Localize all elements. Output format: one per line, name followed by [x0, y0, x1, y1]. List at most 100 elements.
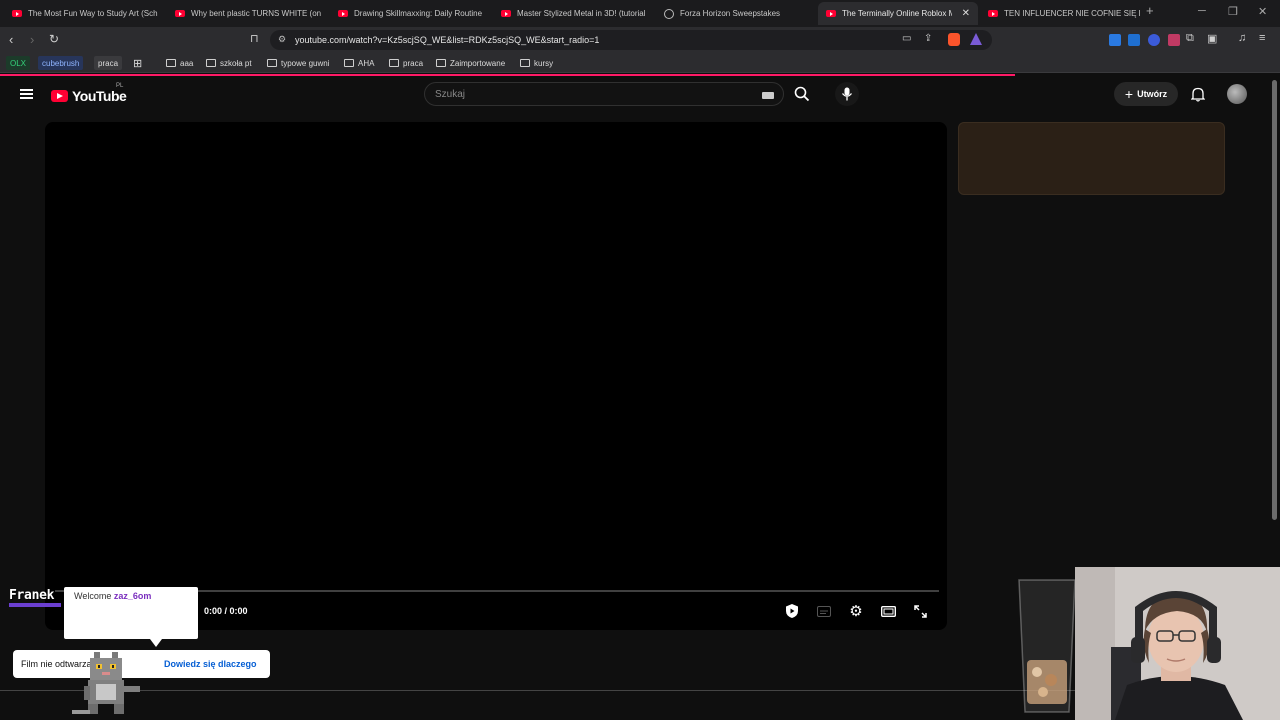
close-window-icon[interactable]: ✕ [1258, 5, 1267, 18]
search-input[interactable]: Szukaj [435, 89, 465, 100]
bookmark-folder[interactable]: kursy [520, 56, 553, 70]
close-tab-icon[interactable]: ✕ [962, 8, 970, 19]
gear-icon: ⚙ [849, 603, 863, 620]
rewards-icon[interactable] [970, 33, 982, 45]
bookmark-folder[interactable]: Zaimportowane [436, 56, 505, 70]
youtube-icon [12, 10, 22, 17]
subtitles-button[interactable] [815, 602, 833, 620]
folder-icon [267, 59, 277, 67]
theater-icon [880, 605, 896, 617]
site-settings-icon[interactable]: ⚙ [278, 34, 286, 45]
bookmark-folder[interactable]: praca [389, 56, 423, 70]
tab-title: Forza Horizon Sweepstakes [680, 9, 781, 18]
tab-4[interactable]: Forza Horizon Sweepstakes [656, 2, 816, 25]
create-button[interactable]: + Utwórz [1114, 82, 1178, 106]
wallet-icon[interactable]: ♫ [1238, 32, 1246, 44]
time-display: 0:00 / 0:00 [204, 606, 248, 616]
browser-toolbar: ‹ › ↻ ⊓ ⚙ youtube.com/watch?v=Kz5scjSQ_W… [0, 27, 1280, 53]
voice-search-button[interactable] [835, 82, 859, 106]
tab-0[interactable]: The Most Fun Way to Study Art (Sch [4, 2, 164, 25]
speech-bubble-tail [150, 639, 162, 647]
folder-icon [206, 59, 216, 67]
tab-2[interactable]: Drawing Skillmaxxing: Daily Routine [330, 2, 490, 25]
bookmark-folder[interactable]: aaa [166, 56, 193, 70]
search-button[interactable] [790, 82, 814, 106]
folder-icon [520, 59, 530, 67]
keyboard-icon[interactable] [762, 92, 774, 99]
tab-strip: The Most Fun Way to Study Art (Sch Why b… [0, 0, 1280, 27]
scrollbar-thumb[interactable] [1272, 80, 1277, 520]
avatar[interactable] [1227, 84, 1247, 104]
video-player[interactable]: 0:00 / 0:00 ⚙ [45, 122, 947, 630]
streamer-name-label: Franek [9, 588, 55, 603]
sidebar-icon[interactable]: ▣ [1207, 32, 1217, 45]
apps-grid-icon[interactable]: ⊞ [133, 56, 142, 70]
youtube-icon [988, 10, 998, 17]
youtube-icon [175, 10, 185, 17]
menu-icon[interactable]: ≡ [1259, 32, 1265, 44]
folder-icon [344, 59, 354, 67]
webcam-person-image [1075, 567, 1280, 720]
bookmark-chip[interactable]: cubebrush [38, 56, 84, 70]
folder-icon [436, 59, 446, 67]
restore-icon[interactable]: ❐ [1228, 5, 1238, 18]
folder-icon [166, 59, 176, 67]
reload-icon[interactable]: ↻ [49, 32, 59, 46]
country-code: PL [116, 83, 124, 89]
sidebar-ad-placeholder [958, 122, 1225, 195]
bookmark-chip[interactable]: praca [94, 56, 123, 70]
tab-title: Drawing Skillmaxxing: Daily Routine [354, 9, 483, 18]
bookmark-chip[interactable]: OLX [6, 56, 31, 70]
tab-5-active[interactable]: The Terminally Online Roblox M ✕ [818, 2, 978, 25]
logo-text: YouTube [72, 88, 127, 104]
tab-6[interactable]: TEN INFLUENCER NIE COFNIE SIĘ PR [980, 2, 1140, 25]
plus-icon: + [1124, 86, 1134, 102]
settings-button[interactable]: ⚙ [847, 602, 865, 620]
theater-mode-button[interactable] [879, 602, 897, 620]
shield-play-icon [786, 604, 798, 618]
extension-icon[interactable] [1148, 34, 1160, 46]
autoplay-toggle[interactable] [783, 602, 801, 620]
globe-icon [664, 8, 674, 19]
bookmark-folder[interactable]: typowe guwni [267, 56, 329, 70]
forward-icon[interactable]: › [30, 32, 34, 47]
welcome-username: zaz_6om [113, 591, 152, 601]
extension-icon[interactable] [1109, 34, 1121, 46]
tab-3[interactable]: Master Stylized Metal in 3D! (tutorial [493, 2, 653, 25]
extension-icon[interactable] [1128, 34, 1140, 46]
drinking-glass-image [1018, 579, 1076, 713]
tab-title: The Most Fun Way to Study Art (Sch [28, 9, 158, 18]
youtube-icon [501, 10, 511, 17]
extension-icon[interactable] [1168, 34, 1180, 46]
share-icon[interactable]: ⇪ [924, 33, 932, 44]
back-icon[interactable]: ‹ [9, 32, 13, 47]
subtitles-icon [817, 605, 831, 617]
extensions-puzzle-icon[interactable]: ⧉ [1186, 32, 1194, 45]
microphone-icon [841, 87, 853, 101]
youtube-logo[interactable]: YouTube PL [51, 83, 127, 104]
divider [0, 690, 1075, 691]
folder-icon [389, 59, 399, 67]
welcome-text: Welcome zaz_6om [74, 591, 152, 601]
learn-why-link[interactable]: Dowiedz się dlaczego [164, 659, 257, 669]
tab-title: The Terminally Online Roblox M [842, 9, 952, 18]
search-icon [794, 86, 810, 102]
bell-icon [1191, 87, 1205, 102]
bookmark-folder[interactable]: szkoła pt [206, 56, 252, 70]
minimize-icon[interactable]: ─ [1198, 5, 1206, 17]
fullscreen-button[interactable] [911, 602, 929, 620]
notifications-button[interactable] [1186, 82, 1210, 106]
bookmark-folder[interactable]: AHA [344, 56, 374, 70]
search-box[interactable]: Szukaj [424, 82, 784, 106]
hamburger-menu-icon[interactable] [20, 89, 33, 99]
new-tab-button[interactable]: + [1146, 3, 1154, 18]
address-bar[interactable]: ⚙ youtube.com/watch?v=Kz5scjSQ_WE&list=R… [270, 30, 992, 50]
url-text[interactable]: youtube.com/watch?v=Kz5scjSQ_WE&list=RDK… [295, 35, 599, 45]
tab-title: Master Stylized Metal in 3D! (tutorial [517, 9, 646, 18]
brave-shield-icon[interactable] [948, 33, 960, 46]
tab-1[interactable]: Why bent plastic TURNS WHITE (on [167, 2, 327, 25]
youtube-icon [826, 10, 836, 17]
youtube-icon [338, 10, 348, 17]
bookmark-icon[interactable]: ⊓ [250, 32, 259, 45]
cast-icon[interactable]: ▭ [902, 33, 911, 44]
